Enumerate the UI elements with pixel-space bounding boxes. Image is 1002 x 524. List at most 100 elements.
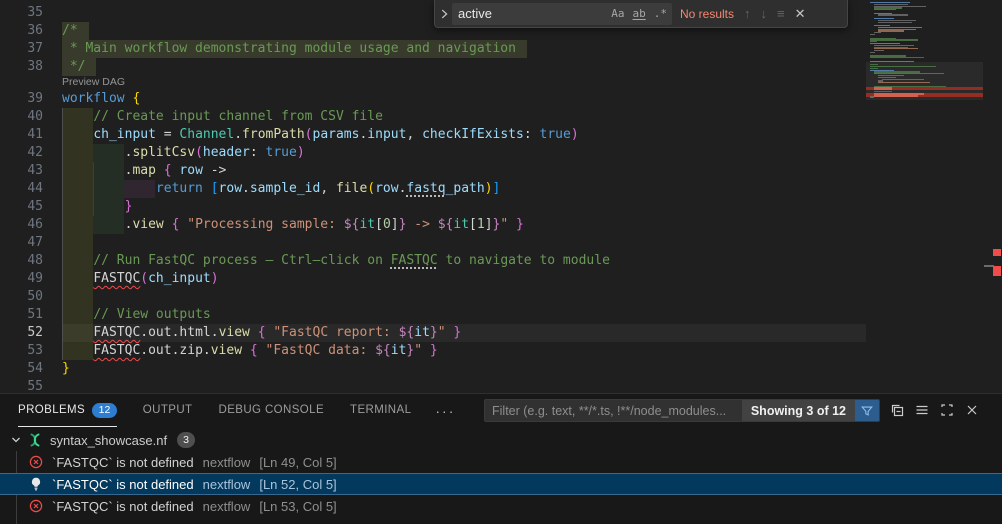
- code-area[interactable]: 3536 /*37 * Main workflow demonstrating m…: [0, 0, 866, 393]
- code-line-53[interactable]: 53 FASTQC.out.zip.view { "FastQC data: $…: [0, 342, 730, 360]
- minimap-line: [870, 66, 936, 67]
- close-panel-icon[interactable]: [964, 402, 981, 419]
- gutter-line-number[interactable]: 42: [0, 144, 43, 162]
- gutter-line-number[interactable]: 50: [0, 288, 43, 306]
- gutter-line-number[interactable]: 35: [0, 4, 43, 22]
- gutter-line-number[interactable]: 41: [0, 126, 43, 144]
- token: ${: [375, 342, 391, 360]
- token: [446, 324, 454, 342]
- code-line-46[interactable]: 46 .view { "Processing sample: ${it[0]} …: [0, 216, 730, 234]
- problem-row--49-5-[interactable]: `FASTQC` is not definednextflow[Ln 49, C…: [0, 451, 1002, 473]
- tab-debug-console[interactable]: DEBUG CONSOLE: [218, 394, 324, 427]
- whole-word-icon[interactable]: ab: [630, 6, 649, 21]
- gutter-line-number[interactable]: 44: [0, 180, 43, 198]
- gutter-line-number[interactable]: 37: [0, 40, 43, 58]
- gutter-line-number[interactable]: 45: [0, 198, 43, 216]
- gutter-line-number[interactable]: 51: [0, 306, 43, 324]
- token: row: [219, 180, 242, 198]
- match-case-icon[interactable]: Aa: [608, 6, 627, 21]
- code-line-47[interactable]: 47: [0, 234, 730, 252]
- gutter-line-number[interactable]: 46: [0, 216, 43, 234]
- token: [62, 108, 93, 126]
- find-next-icon[interactable]: ↓: [761, 6, 768, 21]
- tab-problems[interactable]: PROBLEMS 12: [18, 394, 117, 427]
- find-previous-icon[interactable]: ↑: [744, 6, 751, 21]
- find-close-icon[interactable]: ✕: [795, 6, 806, 22]
- minimap[interactable]: [866, 0, 983, 393]
- token: splitCsv: [132, 144, 195, 162]
- token: workflow: [62, 90, 132, 108]
- code-line-45[interactable]: 45 }: [0, 198, 730, 216]
- code-line-42[interactable]: 42 .splitCsv(header: true): [0, 144, 730, 162]
- problems-filter: Showing 3 of 12: [484, 399, 880, 422]
- minimap-line: [870, 34, 875, 35]
- line-text: ch_input = Channel.fromPath(params.input…: [62, 126, 579, 144]
- gutter-line-number[interactable]: 54: [0, 360, 43, 378]
- code-line-50[interactable]: 50: [0, 288, 730, 306]
- gutter-line-number[interactable]: 49: [0, 270, 43, 288]
- more-tabs-icon[interactable]: ···: [435, 403, 455, 419]
- collapse-all-icon[interactable]: [889, 402, 906, 419]
- token: .out.zip.: [140, 342, 210, 360]
- gutter-line-number[interactable]: 43: [0, 162, 43, 180]
- code-line-41[interactable]: 41 ch_input = Channel.fromPath(params.in…: [0, 126, 730, 144]
- gutter-line-number[interactable]: 36: [0, 22, 43, 40]
- problems-group-header[interactable]: syntax_showcase.nf 3: [0, 428, 1002, 452]
- toggle-replace-chevron-icon[interactable]: [435, 0, 452, 27]
- line-text: /*: [62, 22, 89, 40]
- code-line-49[interactable]: 49 FASTQC(ch_input): [0, 270, 730, 288]
- token: Channel: [179, 126, 234, 144]
- find-in-selection-icon[interactable]: ≡: [777, 6, 785, 21]
- code-line-52[interactable]: 52 FASTQC.out.html.view { "FastQC report…: [0, 324, 730, 342]
- token: [: [211, 180, 219, 198]
- regex-icon[interactable]: .*: [651, 6, 670, 21]
- problem-row--52-5-[interactable]: `FASTQC` is not definednextflow[Ln 52, C…: [0, 473, 1002, 495]
- code-line-40[interactable]: 40 // Create input channel from CSV file: [0, 108, 730, 126]
- code-line-48[interactable]: 48 // Run FastQC process – Ctrl–click on…: [0, 252, 730, 270]
- token: ): [211, 270, 219, 288]
- token: checkIfExists: [422, 126, 524, 144]
- code-line-39[interactable]: 39workflow {: [0, 90, 730, 108]
- token: }: [62, 360, 70, 378]
- gutter-line-number[interactable]: 40: [0, 108, 43, 126]
- nextflow-file-icon: [27, 432, 43, 448]
- minimap-line: [870, 96, 874, 97]
- error-icon: [28, 454, 44, 470]
- token: return: [156, 180, 203, 198]
- gutter-line-number[interactable]: 38: [0, 58, 43, 76]
- code-line-54[interactable]: 54}: [0, 360, 730, 378]
- gutter-line-number[interactable]: 47: [0, 234, 43, 252]
- problem-row--53-5-[interactable]: `FASTQC` is not definednextflow[Ln 53, C…: [0, 495, 1002, 517]
- find-input[interactable]: [458, 6, 606, 21]
- tab-terminal[interactable]: TERMINAL: [350, 394, 411, 427]
- chevron-down-icon[interactable]: [8, 432, 24, 448]
- token: }: [493, 216, 501, 234]
- code-line-51[interactable]: 51 // View outputs: [0, 306, 730, 324]
- gutter-line-number[interactable]: 39: [0, 90, 43, 108]
- token: view: [211, 342, 242, 360]
- overview-ruler[interactable]: [983, 0, 1002, 393]
- gutter-line-number[interactable]: 53: [0, 342, 43, 360]
- code-line-44[interactable]: 44 return [row.sample_id, file(row.fastq…: [0, 180, 730, 198]
- token: .: [125, 216, 133, 234]
- code-line-37[interactable]: 37 * Main workflow demonstrating module …: [0, 40, 730, 58]
- token: [258, 342, 266, 360]
- gutter-line-number[interactable]: 52: [0, 324, 43, 342]
- tab-output[interactable]: OUTPUT: [143, 394, 193, 427]
- code-line-43[interactable]: 43 .map { row ->: [0, 162, 730, 180]
- gutter-line-number[interactable]: 48: [0, 252, 43, 270]
- maximize-panel-icon[interactable]: [939, 402, 956, 419]
- token: ]: [493, 180, 501, 198]
- file-problems-count-badge: 3: [177, 432, 195, 448]
- view-as-table-icon[interactable]: [914, 402, 931, 419]
- code-line-38[interactable]: 38 */: [0, 58, 730, 76]
- problems-filter-input[interactable]: [485, 404, 742, 418]
- token: [62, 252, 93, 270]
- gutter-line-number[interactable]: 55: [0, 378, 43, 393]
- codelens-preview-dag[interactable]: Preview DAG: [62, 76, 125, 90]
- problem-source: nextflow: [203, 499, 251, 514]
- code-line-55[interactable]: 55: [0, 378, 730, 393]
- token: }: [430, 342, 438, 360]
- filter-funnel-icon[interactable]: [855, 399, 879, 422]
- token: fastq: [406, 180, 445, 198]
